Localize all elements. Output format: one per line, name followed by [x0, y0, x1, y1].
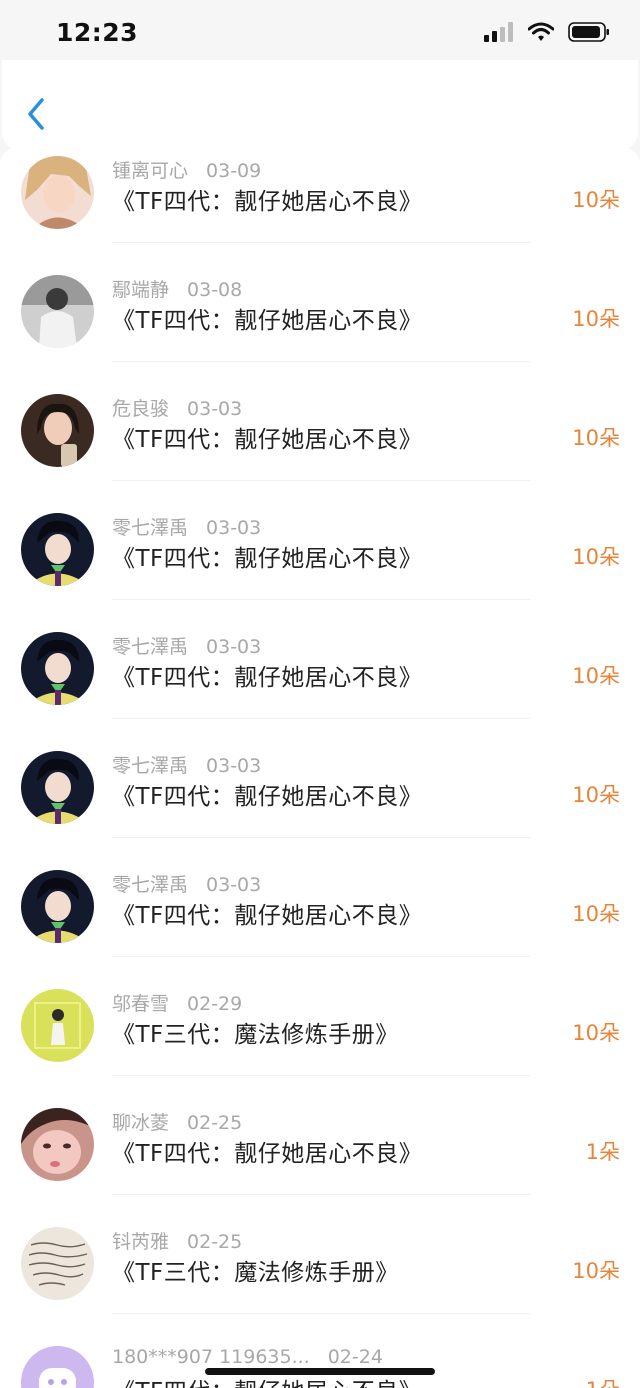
book-title: 《TF四代：靓仔她居心不良》 — [112, 903, 423, 929]
post-date: 03-03 — [206, 755, 262, 777]
list-item[interactable]: 钭芮雅 02-25 《TF三代：魔法修炼手册》 10朵 — [0, 1195, 640, 1314]
gift-count: 1朵 — [586, 1374, 620, 1388]
list-item[interactable]: 鄢端静 03-08 《TF四代：靓仔她居心不良》 10朵 — [0, 243, 640, 362]
book-title: 《TF四代：靓仔她居心不良》 — [112, 1141, 423, 1167]
post-date: 03-03 — [187, 398, 243, 420]
avatar[interactable] — [21, 1346, 94, 1388]
back-button[interactable] — [22, 94, 52, 134]
gift-count: 10朵 — [572, 1021, 620, 1045]
user-name: 危良骏 — [112, 398, 170, 420]
battery-icon — [568, 22, 609, 42]
gift-count: 10朵 — [572, 902, 620, 926]
user-name: 零七澤禹 — [112, 755, 189, 777]
post-date: 03-09 — [206, 160, 262, 182]
list-item[interactable]: 180***907 119635...02-24 《TF四代：靓仔她居心不良》 … — [0, 1314, 640, 1388]
avatar[interactable] — [21, 513, 94, 586]
book-title: 《TF四代：靓仔她居心不良》 — [112, 784, 423, 810]
list-item[interactable]: 聊冰菱 02-25 《TF四代：靓仔她居心不良》 1朵 — [0, 1076, 640, 1195]
gift-count: 10朵 — [572, 426, 620, 450]
avatar[interactable] — [21, 989, 94, 1062]
status-time: 12:23 — [56, 18, 139, 47]
list-item[interactable]: 零七澤禹 03-03 《TF四代：靓仔她居心不良》 10朵 — [0, 719, 640, 838]
book-title: 《TF四代：靓仔她居心不良》 — [112, 189, 423, 215]
gift-count: 10朵 — [572, 783, 620, 807]
avatar[interactable] — [21, 1108, 94, 1181]
post-date: 02-29 — [187, 993, 243, 1015]
post-date: 03-03 — [206, 874, 262, 896]
gift-count: 10朵 — [572, 664, 620, 688]
gift-count: 10朵 — [572, 188, 620, 212]
post-date: 03-03 — [206, 517, 262, 539]
user-name: 180***907 119635... — [112, 1346, 310, 1368]
list-item[interactable]: 危良骏 03-03 《TF四代：靓仔她居心不良》 10朵 — [0, 362, 640, 481]
gift-count: 10朵 — [572, 545, 620, 569]
book-title: 《TF四代：靓仔她居心不良》 — [112, 308, 423, 334]
list-item[interactable]: 零七澤禹 03-03 《TF四代：靓仔她居心不良》 10朵 — [0, 600, 640, 719]
home-indicator[interactable] — [205, 1368, 435, 1375]
user-name: 鄢端静 — [112, 279, 170, 301]
post-date: 02-24 — [327, 1346, 383, 1368]
avatar[interactable] — [21, 1227, 94, 1300]
chevron-left-icon — [28, 98, 44, 130]
gift-count: 10朵 — [572, 1259, 620, 1283]
avatar[interactable] — [21, 394, 94, 467]
avatar[interactable] — [21, 870, 94, 943]
signal-icon — [484, 22, 513, 42]
list-item[interactable]: 零七澤禹 03-03 《TF四代：靓仔她居心不良》 10朵 — [0, 481, 640, 600]
status-icons — [484, 22, 610, 42]
list-item[interactable]: 邬春雪 02-29 《TF三代：魔法修炼手册》 10朵 — [0, 957, 640, 1076]
user-name: 零七澤禹 — [112, 874, 189, 896]
user-name: 钭芮雅 — [112, 1231, 170, 1253]
post-date: 03-08 — [187, 279, 243, 301]
avatar[interactable] — [21, 275, 94, 348]
wifi-icon — [528, 22, 554, 41]
gift-list: 锺离可心 03-09 《TF四代：靓仔她居心不良》 10朵 鄢端静 03-08 《T… — [0, 148, 640, 1388]
gift-count: 10朵 — [572, 307, 620, 331]
avatar[interactable] — [21, 751, 94, 824]
book-title: 《TF三代：魔法修炼手册》 — [112, 1260, 399, 1286]
book-title: 《TF四代：靓仔她居心不良》 — [112, 427, 423, 453]
list-item[interactable]: 零七澤禹 03-03 《TF四代：靓仔她居心不良》 10朵 — [0, 838, 640, 957]
book-title: 《TF三代：魔法修炼手册》 — [112, 1022, 399, 1048]
nav-bar — [2, 60, 638, 150]
user-name: 零七澤禹 — [112, 517, 189, 539]
book-title: 《TF四代：靓仔她居心不良》 — [112, 665, 423, 691]
gift-count: 1朵 — [585, 1140, 620, 1164]
post-date: 02-25 — [187, 1112, 243, 1134]
user-name: 锺离可心 — [112, 160, 189, 182]
book-title: 《TF四代：靓仔她居心不良》 — [112, 546, 423, 572]
avatar[interactable] — [21, 156, 94, 229]
post-date: 03-03 — [206, 636, 262, 658]
avatar[interactable] — [21, 632, 94, 705]
list-item[interactable]: 锺离可心 03-09 《TF四代：靓仔她居心不良》 10朵 — [0, 148, 640, 243]
user-name: 零七澤禹 — [112, 636, 189, 658]
user-name: 邬春雪 — [112, 993, 170, 1015]
post-date: 02-25 — [187, 1231, 243, 1253]
user-name: 聊冰菱 — [112, 1112, 170, 1134]
